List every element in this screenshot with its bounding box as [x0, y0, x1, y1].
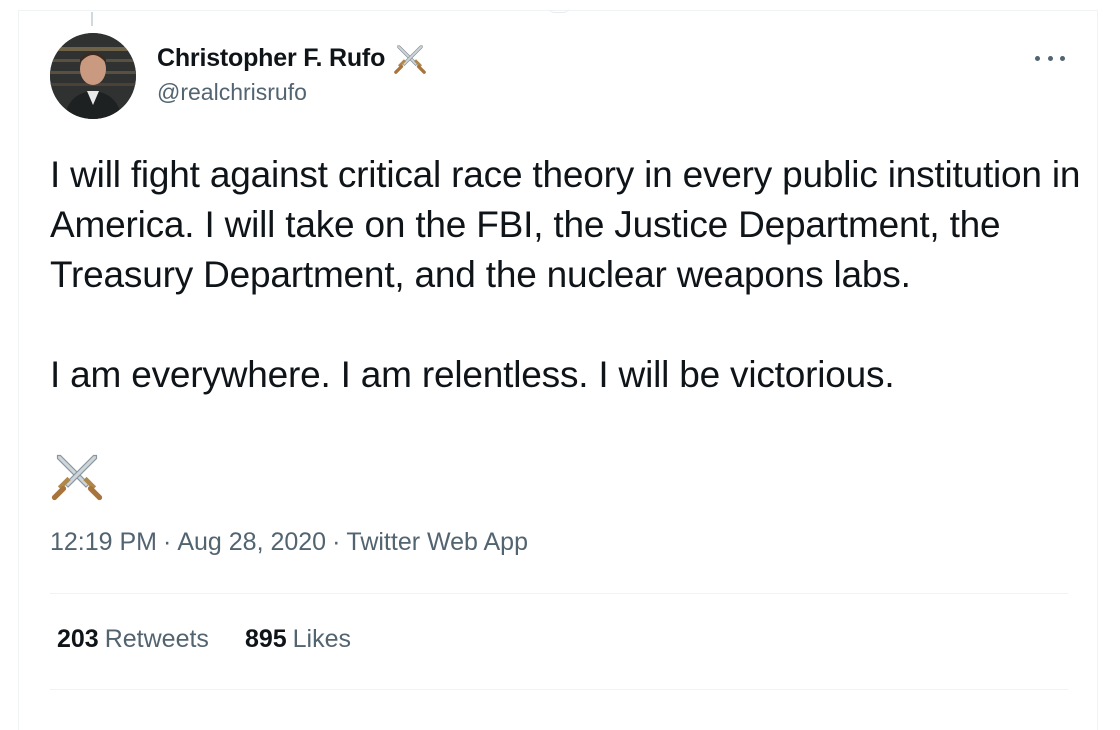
author-display-name[interactable]: Christopher F. Rufo	[157, 44, 385, 73]
crossed-swords-icon	[50, 448, 104, 502]
tweet-text: I will fight against critical race theor…	[50, 150, 1085, 400]
author-name-row[interactable]: Christopher F. Rufo	[157, 40, 427, 76]
more-dot	[1047, 55, 1053, 61]
more-dot	[1035, 55, 1040, 61]
crossed-swords-icon	[393, 41, 427, 75]
avatar[interactable]	[50, 33, 136, 119]
engagement-stats: 203 Retweets 895 Likes	[57, 625, 387, 654]
tweet-time[interactable]: 12:19 PM	[50, 528, 157, 556]
divider	[50, 689, 1068, 690]
likes-stat[interactable]: 895 Likes	[245, 625, 351, 654]
tweet-paragraph: I will fight against critical race theor…	[50, 154, 1081, 295]
retweets-count: 203	[57, 625, 99, 653]
more-dot	[1060, 55, 1065, 61]
retweets-stat[interactable]: 203 Retweets	[57, 625, 209, 654]
likes-label: Likes	[292, 625, 352, 653]
meta-separator: ·	[163, 528, 172, 556]
thread-connector	[91, 12, 93, 26]
author-handle[interactable]: @realchrisrufo	[157, 79, 307, 106]
meta-separator: ·	[332, 528, 341, 556]
retweets-label: Retweets	[104, 625, 209, 653]
top-edge-divider	[548, 6, 570, 13]
likes-count: 895	[244, 625, 287, 653]
divider	[50, 593, 1068, 594]
avatar-photo	[50, 33, 136, 119]
tweet-date[interactable]: Aug 28, 2020	[177, 528, 326, 556]
tweet-metadata: 12:19 PM · Aug 28, 2020 · Twitter Web App	[50, 528, 528, 557]
tweet-paragraph: I am everywhere. I am relentless. I will…	[50, 354, 895, 395]
tweet-source[interactable]: Twitter Web App	[346, 528, 528, 556]
more-options-icon[interactable]	[1033, 48, 1067, 68]
